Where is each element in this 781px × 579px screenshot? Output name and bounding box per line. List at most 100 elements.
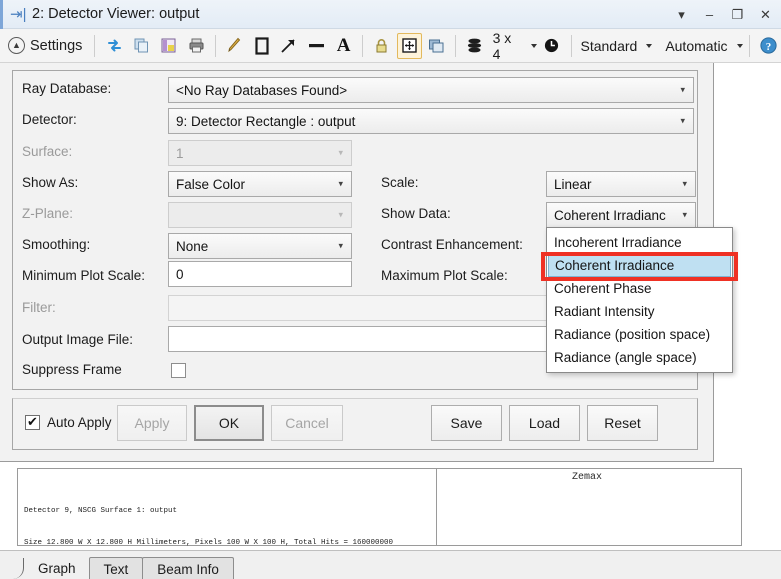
cancel-button: Cancel — [271, 405, 343, 441]
chevron-down-icon: ▾ — [338, 147, 343, 158]
label-show-data: Show Data: — [381, 206, 451, 221]
show-as-value: False Color — [176, 176, 246, 192]
close-icon[interactable]: ✕ — [758, 7, 773, 22]
dropdown-option-radiant-intensity[interactable]: Radiant Intensity — [547, 300, 732, 323]
style-caret-icon[interactable] — [646, 43, 653, 48]
chevron-down-icon: ▾ — [682, 178, 687, 189]
dropdown-option-incoherent-irradiance[interactable]: Incoherent Irradiance — [547, 231, 732, 254]
tab-strip-curve — [10, 556, 24, 579]
label-ray-database: Ray Database: — [22, 81, 112, 96]
detector-combo[interactable]: 9: Detector Rectangle : output ▾ — [168, 108, 694, 134]
scale-value: Linear — [554, 176, 592, 192]
chevron-down-icon: ▾ — [680, 115, 685, 126]
label-detector: Detector: — [22, 112, 77, 127]
dropdown-option-coherent-phase[interactable]: Coherent Phase — [547, 277, 732, 300]
window-title: 2: Detector Viewer: output — [32, 6, 200, 22]
text-icon[interactable]: A — [331, 33, 356, 59]
ray-database-value: <No Ray Databases Found> — [176, 82, 348, 98]
toolbar-separator — [214, 34, 216, 57]
grid-size-label[interactable]: 3 x 4 — [490, 30, 526, 62]
chevron-down-icon: ▾ — [680, 84, 685, 95]
smoothing-combo[interactable]: None ▾ — [168, 233, 352, 259]
toolbar-separator — [748, 34, 750, 57]
title-bar: ⇥| 2: Detector Viewer: output ▾ – ❐ ✕ — [0, 0, 781, 29]
chevron-down-icon: ▾ — [338, 209, 343, 220]
tab-graph[interactable]: Graph — [24, 557, 90, 579]
minimize-icon[interactable]: – — [702, 7, 717, 22]
label-scale: Scale: — [381, 175, 419, 190]
title-bar-accent — [0, 0, 3, 29]
print-icon[interactable] — [183, 33, 208, 59]
refresh-icon[interactable] — [101, 33, 126, 59]
chevron-down-icon: ▾ — [338, 240, 343, 251]
style-label[interactable]: Standard — [577, 38, 640, 54]
dropdown-option-radiance-angle-space[interactable]: Radiance (angle space) — [547, 346, 732, 369]
tab-strip: Graph Text Beam Info — [0, 550, 781, 579]
toolbar: ▲ Settings A 3 x 4 Standard Automatic ? — [0, 29, 781, 63]
document-brand: Zemax — [571, 472, 602, 483]
suppress-frame-checkbox[interactable] — [171, 363, 186, 378]
chevron-up-circle-icon: ▲ — [8, 37, 25, 54]
chevron-down-icon[interactable]: ▾ — [674, 7, 689, 22]
ok-button[interactable]: OK — [194, 405, 264, 441]
z-plane-combo: ▾ — [168, 202, 352, 228]
apply-button: Apply — [117, 405, 187, 441]
show-data-combo[interactable]: Coherent Irradianc ▾ — [546, 202, 696, 228]
lock-icon[interactable] — [369, 33, 394, 59]
show-data-dropdown-list[interactable]: Incoherent Irradiance Coherent Irradianc… — [546, 227, 733, 373]
detector-viewer-window: Detector Image: Coherent Irradiance Zema… — [0, 0, 781, 579]
dropdown-option-radiance-position-space[interactable]: Radiance (position space) — [547, 323, 732, 346]
grid-size-caret-icon[interactable] — [531, 43, 538, 48]
minimum-plot-scale-input[interactable]: 0 — [168, 261, 352, 287]
size-label[interactable]: Automatic — [662, 38, 730, 54]
surface-value: 1 — [176, 145, 184, 161]
tab-beam-info[interactable]: Beam Info — [142, 557, 234, 579]
settings-button[interactable]: ▲ Settings — [6, 33, 88, 59]
window-controls: ▾ – ❐ ✕ — [674, 0, 773, 29]
label-z-plane: Z-Plane: — [22, 206, 74, 221]
minimum-plot-scale-value: 0 — [176, 266, 184, 282]
rectangle-icon[interactable] — [249, 33, 274, 59]
save-button[interactable]: Save — [431, 405, 502, 441]
document-divider — [436, 469, 437, 546]
help-icon[interactable]: ? — [756, 33, 781, 59]
stats-line: Detector 9, NSCG Surface 1: output — [24, 507, 178, 515]
save-image-icon[interactable] — [156, 33, 181, 59]
show-as-combo[interactable]: False Color ▾ — [168, 171, 352, 197]
label-suppress-frame: Suppress Frame — [22, 362, 122, 377]
size-caret-icon[interactable] — [736, 43, 743, 48]
surface-combo: 1 ▾ — [168, 140, 352, 166]
copy-window-icon[interactable] — [424, 33, 449, 59]
line-icon[interactable] — [304, 33, 329, 59]
chevron-down-icon: ▾ — [338, 178, 343, 189]
label-output-image-file: Output Image File: — [22, 332, 134, 347]
auto-apply-checkbox[interactable]: Auto Apply — [25, 414, 112, 430]
label-minimum-plot-scale: Minimum Plot Scale: — [22, 268, 146, 283]
label-surface: Surface: — [22, 144, 73, 159]
auto-apply-box — [25, 414, 40, 430]
label-filter: Filter: — [22, 300, 56, 315]
ray-database-combo[interactable]: <No Ray Databases Found> ▾ — [168, 77, 694, 103]
maximize-icon[interactable]: ❐ — [730, 7, 745, 22]
fit-window-icon[interactable] — [396, 32, 422, 59]
show-data-value: Coherent Irradianc — [554, 207, 666, 223]
auto-apply-label: Auto Apply — [47, 415, 112, 430]
detector-value: 9: Detector Rectangle : output — [176, 113, 356, 129]
toolbar-separator — [94, 34, 96, 57]
stats-line: Size 12.800 W X 12.800 H Millimeters, Pi… — [24, 538, 394, 547]
arrow-icon[interactable] — [276, 33, 301, 59]
dropdown-option-coherent-irradiance[interactable]: Coherent Irradiance — [548, 254, 731, 277]
load-button[interactable]: Load — [509, 405, 580, 441]
clock-icon[interactable] — [539, 33, 564, 59]
layers-icon[interactable] — [462, 33, 487, 59]
pencil-icon[interactable] — [222, 33, 247, 59]
label-smoothing: Smoothing: — [22, 237, 91, 252]
window-restore-icon: ⇥| — [10, 6, 27, 23]
copy-icon[interactable] — [129, 33, 154, 59]
tab-text[interactable]: Text — [88, 557, 144, 579]
background-document: Detector Image: Coherent Irradiance Zema… — [12, 452, 756, 578]
label-show-as: Show As: — [22, 175, 79, 190]
reset-button[interactable]: Reset — [587, 405, 658, 441]
scale-combo[interactable]: Linear ▾ — [546, 171, 696, 197]
toolbar-separator — [362, 34, 364, 57]
